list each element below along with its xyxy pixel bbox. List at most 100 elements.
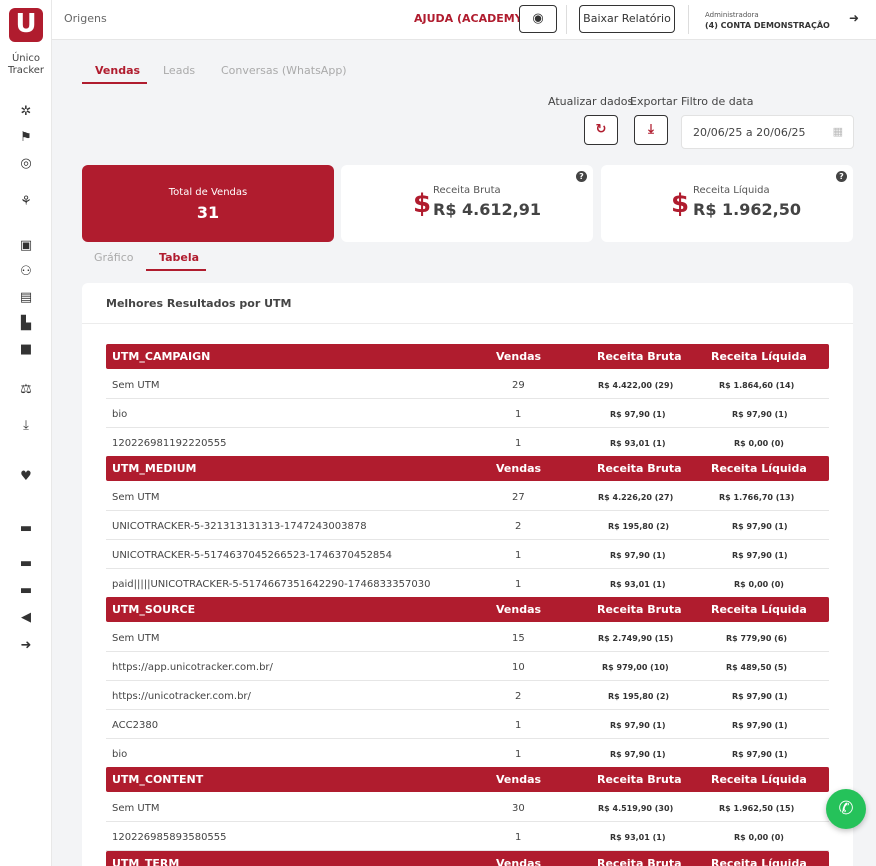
logout-icon[interactable]: ➜: [849, 11, 859, 25]
net-value: R$ 97,90 (1): [732, 721, 788, 730]
top-header: Origens AJUDA (ACADEMY) ◉ Baixar Relatór…: [52, 0, 876, 40]
sales-count: 1: [515, 438, 522, 449]
download-icon[interactable]: ⤓: [16, 417, 36, 435]
help-icon[interactable]: ?: [836, 171, 847, 182]
refresh-button[interactable]: ↻: [584, 115, 618, 145]
net-value: R$ 1.766,70 (13): [719, 493, 795, 502]
hand-heart-icon[interactable]: ♥: [16, 468, 36, 486]
tab-tabela[interactable]: Tabela: [159, 251, 199, 264]
brand-name: Único Tracker: [0, 53, 52, 77]
gross-revenue-value: R$ 4.612,91: [433, 200, 541, 219]
divider: [566, 5, 567, 34]
document-icon[interactable]: ▣: [16, 237, 36, 255]
breadcrumb: Origens: [64, 12, 107, 25]
download-report-button[interactable]: Baixar Relatório: [579, 5, 675, 33]
date-value: 20/06/25 a 20/06/25: [693, 126, 806, 139]
utm-value: Sem UTM: [112, 492, 160, 503]
gross-value: R$ 93,01 (1): [610, 833, 666, 842]
sales-count: 1: [515, 720, 522, 731]
settings-icon[interactable]: ✲: [16, 103, 36, 121]
table-header: UTM_TERM Vendas Receita Bruta Receita Lí…: [106, 851, 829, 866]
net-value: R$ 489,50 (5): [726, 663, 788, 672]
net-value: R$ 97,90 (1): [732, 551, 788, 560]
net-value: R$ 97,90 (1): [732, 522, 788, 531]
megaphone-icon[interactable]: ◀: [16, 609, 36, 627]
net-value: R$ 0,00 (0): [734, 833, 784, 842]
utm-value: bio: [112, 749, 128, 760]
utm-value: paid|||||UNICOTRACKER-5-5174667351642290…: [112, 579, 431, 590]
sales-count: 15: [512, 633, 525, 644]
sales-count: 1: [515, 832, 522, 843]
table-row: 120226985893580555 1 R$ 93,01 (1) R$ 0,0…: [106, 822, 829, 851]
net-value: R$ 97,90 (1): [732, 692, 788, 701]
net-revenue-value: R$ 1.962,50: [693, 200, 801, 219]
folder-icon[interactable]: ▬: [16, 582, 36, 600]
folder-icon[interactable]: ▬: [16, 555, 36, 573]
date-filter-label: Filtro de data: [681, 95, 754, 108]
gross-value: R$ 2.749,90 (15): [598, 634, 674, 643]
divider: [688, 5, 689, 34]
dollar-icon: $: [671, 189, 690, 219]
help-icon[interactable]: ?: [576, 171, 587, 182]
utm-group-label: UTM_CONTENT: [112, 773, 204, 786]
gross-value: R$ 97,90 (1): [610, 410, 666, 419]
subtab-active-indicator: [146, 269, 206, 271]
total-sales-value: 31: [196, 203, 220, 222]
utm-group-label: UTM_SOURCE: [112, 603, 196, 616]
download-icon: ⤓: [648, 122, 654, 137]
admin-role: Administradora: [705, 11, 759, 19]
dollar-icon: $: [413, 189, 432, 219]
sales-count: 1: [515, 409, 522, 420]
sales-count: 30: [512, 803, 525, 814]
sales-count: 1: [515, 579, 522, 590]
table-row: UNICOTRACKER-5-5174637045266523-17463704…: [106, 540, 829, 569]
gross-value: R$ 979,00 (10): [602, 663, 669, 672]
net-value: R$ 779,90 (6): [726, 634, 788, 643]
target-icon[interactable]: ◎: [16, 155, 36, 173]
table-row: UNICOTRACKER-5-321313131313-174724300387…: [106, 511, 829, 540]
col-net: Receita Líquida: [711, 462, 807, 475]
tab-vendas[interactable]: Vendas: [95, 64, 140, 77]
col-net: Receita Líquida: [711, 857, 807, 866]
brand-logo[interactable]: U: [9, 8, 43, 42]
table-row: Sem UTM 30 R$ 4.519,90 (30) R$ 1.962,50 …: [106, 793, 829, 822]
net-value: R$ 97,90 (1): [732, 410, 788, 419]
gross-value: R$ 195,80 (2): [608, 522, 670, 531]
gross-revenue-label: Receita Bruta: [433, 185, 501, 196]
sales-count: 29: [512, 380, 525, 391]
scale-icon[interactable]: ⚖: [16, 381, 36, 399]
sales-count: 10: [512, 662, 525, 673]
chart-icon[interactable]: ▙: [16, 315, 36, 333]
export-button[interactable]: ⤓: [634, 115, 668, 145]
date-filter-input[interactable]: 20/06/25 a 20/06/25 ▦: [681, 115, 854, 149]
folder-icon[interactable]: ▬: [16, 520, 36, 538]
tab-grafico[interactable]: Gráfico: [94, 251, 134, 264]
clipboard-icon[interactable]: ▤: [16, 289, 36, 307]
utm-value: Sem UTM: [112, 803, 160, 814]
table-row: https://unicotracker.com.br/ 2 R$ 195,80…: [106, 681, 829, 710]
gross-value: R$ 93,01 (1): [610, 580, 666, 589]
whatsapp-chat-button[interactable]: ✆: [826, 789, 866, 829]
logout-icon[interactable]: ➜: [16, 637, 36, 655]
flag-icon[interactable]: ⚑: [16, 129, 36, 147]
utm-value: Sem UTM: [112, 633, 160, 644]
table-header: UTM_SOURCE Vendas Receita Bruta Receita …: [106, 597, 829, 622]
table-row: paid|||||UNICOTRACKER-5-5174667351642290…: [106, 569, 829, 598]
tab-leads[interactable]: Leads: [163, 64, 195, 77]
utm-value: 120226985893580555: [112, 832, 227, 843]
col-sales: Vendas: [496, 603, 542, 616]
sparkle-icon[interactable]: ⚘: [16, 193, 36, 211]
tab-conversas[interactable]: Conversas (WhatsApp): [221, 64, 347, 77]
table-row: bio 1 R$ 97,90 (1) R$ 97,90 (1): [106, 739, 829, 768]
view-toggle-button[interactable]: ◉: [519, 5, 557, 33]
help-academy-link[interactable]: AJUDA (ACADEMY): [414, 12, 528, 25]
col-net: Receita Líquida: [711, 773, 807, 786]
utm-value: 120226981192220555: [112, 438, 227, 449]
utm-group-label: UTM_CAMPAIGN: [112, 350, 211, 363]
users-icon[interactable]: ⚇: [16, 263, 36, 281]
total-sales-card: Total de Vendas 31: [82, 165, 334, 242]
note-icon[interactable]: ■: [16, 341, 36, 359]
utm-value: bio: [112, 409, 128, 420]
admin-account[interactable]: (4) CONTA DEMONSTRAÇÃO: [705, 21, 830, 30]
sales-count: 1: [515, 550, 522, 561]
